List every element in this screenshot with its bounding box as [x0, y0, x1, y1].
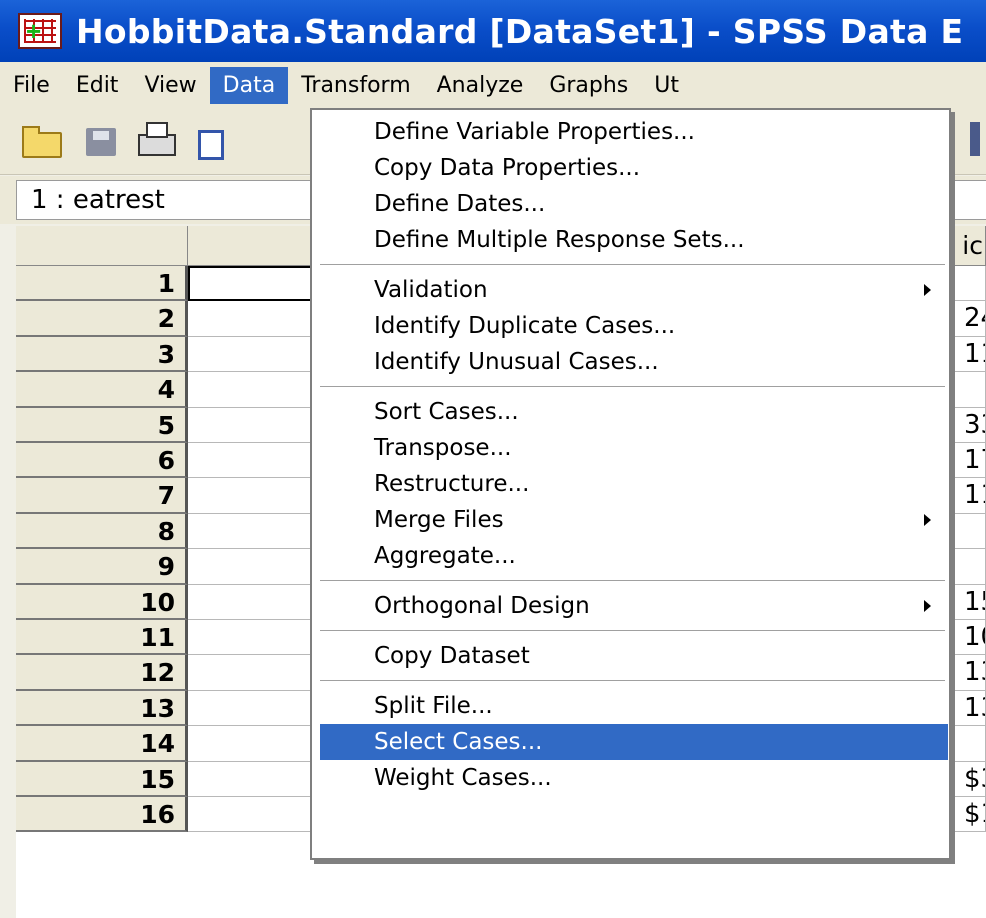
menu-separator [320, 264, 945, 266]
row-header[interactable]: 4 [16, 372, 188, 408]
menu-item-label: Select Cases... [374, 729, 543, 755]
menu-item-define-dates[interactable]: Define Dates... [312, 186, 949, 222]
cell-reference-field[interactable]: 1 : eatrest [16, 180, 312, 220]
window-title: HobbitData.Standard [DataSet1] - SPSS Da… [76, 11, 964, 51]
menu-item-identify-duplicate-cases[interactable]: Identify Duplicate Cases... [312, 308, 949, 344]
menu-separator [320, 630, 945, 632]
menu-separator [320, 580, 945, 582]
menu-item-label: Define Variable Properties... [374, 119, 695, 145]
menu-item-select-cases[interactable]: Select Cases... [320, 724, 948, 760]
data-menu-dropdown: Define Variable Properties... Copy Data P… [310, 108, 951, 860]
menu-item-aggregate[interactable]: Aggregate... [312, 538, 949, 574]
submenu-arrow-icon [924, 284, 931, 296]
menu-item-label: Orthogonal Design [374, 593, 590, 619]
menu-data[interactable]: Data [209, 66, 289, 104]
menu-file[interactable]: File [0, 67, 63, 104]
row-header[interactable]: 7 [16, 478, 188, 514]
row-header[interactable]: 16 [16, 797, 188, 833]
menu-utilities[interactable]: Ut [641, 67, 692, 104]
menu-item-label: Split File... [374, 693, 493, 719]
menu-item-sort-cases[interactable]: Sort Cases... [312, 394, 949, 430]
menu-item-label: Restructure... [374, 471, 530, 497]
print-icon[interactable] [136, 122, 176, 158]
row-header[interactable]: 1 [16, 266, 188, 302]
row-header[interactable]: 6 [16, 443, 188, 479]
menu-item-label: Weight Cases... [374, 765, 552, 791]
menu-item-label: Transpose... [374, 435, 512, 461]
save-disk-icon[interactable] [82, 122, 122, 158]
row-header[interactable]: 2 [16, 301, 188, 337]
menu-transform[interactable]: Transform [288, 67, 423, 104]
row-header[interactable]: 12 [16, 655, 188, 691]
menu-separator [320, 386, 945, 388]
corner-header[interactable] [16, 226, 188, 266]
row-header[interactable]: 5 [16, 407, 188, 443]
menu-item-label: Define Dates... [374, 191, 546, 217]
menu-item-label: Sort Cases... [374, 399, 519, 425]
row-header[interactable]: 8 [16, 513, 188, 550]
row-header[interactable]: 10 [16, 584, 188, 620]
open-folder-icon[interactable] [20, 122, 62, 158]
menu-item-split-file[interactable]: Split File... [312, 688, 949, 724]
menu-item-label: Aggregate... [374, 543, 516, 569]
menu-item-orthogonal-design[interactable]: Orthogonal Design [312, 588, 949, 624]
data-editor-icon[interactable] [196, 122, 236, 160]
row-header[interactable]: 14 [16, 726, 188, 762]
submenu-arrow-icon [924, 514, 931, 526]
menu-item-restructure[interactable]: Restructure... [312, 466, 949, 502]
menu-analyze[interactable]: Analyze [424, 67, 537, 104]
menu-edit[interactable]: Edit [63, 67, 132, 104]
row-header[interactable]: 9 [16, 549, 188, 585]
menu-bar: File Edit View Data Transform Analyze Gr… [0, 62, 986, 109]
menu-item-label: Identify Unusual Cases... [374, 349, 659, 375]
row-header[interactable]: 13 [16, 690, 188, 727]
menu-item-copy-dataset[interactable]: Copy Dataset [312, 638, 949, 674]
menu-item-define-variable-properties[interactable]: Define Variable Properties... [312, 114, 949, 150]
menu-item-label: Define Multiple Response Sets... [374, 227, 745, 253]
menu-separator [320, 680, 945, 682]
menu-item-label: Copy Dataset [374, 643, 530, 669]
cell-value-field[interactable] [948, 180, 986, 220]
menu-item-label: Identify Duplicate Cases... [374, 313, 676, 339]
spss-app-icon[interactable]: + [18, 13, 62, 49]
menu-item-identify-unusual-cases[interactable]: Identify Unusual Cases... [312, 344, 949, 380]
toolbar-right-icon[interactable] [970, 122, 980, 156]
menu-item-copy-data-properties[interactable]: Copy Data Properties... [312, 150, 949, 186]
row-header[interactable]: 3 [16, 336, 188, 373]
menu-view[interactable]: View [131, 67, 209, 104]
menu-item-validation[interactable]: Validation [312, 272, 949, 308]
menu-item-merge-files[interactable]: Merge Files [312, 502, 949, 538]
menu-item-label: Validation [374, 277, 488, 303]
title-bar: + HobbitData.Standard [DataSet1] - SPSS … [0, 0, 986, 62]
submenu-arrow-icon [924, 600, 931, 612]
menu-item-label: Copy Data Properties... [374, 155, 641, 181]
menu-item-transpose[interactable]: Transpose... [312, 430, 949, 466]
menu-graphs[interactable]: Graphs [536, 67, 641, 104]
row-header[interactable]: 15 [16, 761, 188, 797]
menu-item-label: Merge Files [374, 507, 504, 533]
menu-item-weight-cases[interactable]: Weight Cases... [312, 760, 949, 796]
menu-item-define-multiple-response-sets[interactable]: Define Multiple Response Sets... [312, 222, 949, 258]
row-header[interactable]: 11 [16, 620, 188, 656]
